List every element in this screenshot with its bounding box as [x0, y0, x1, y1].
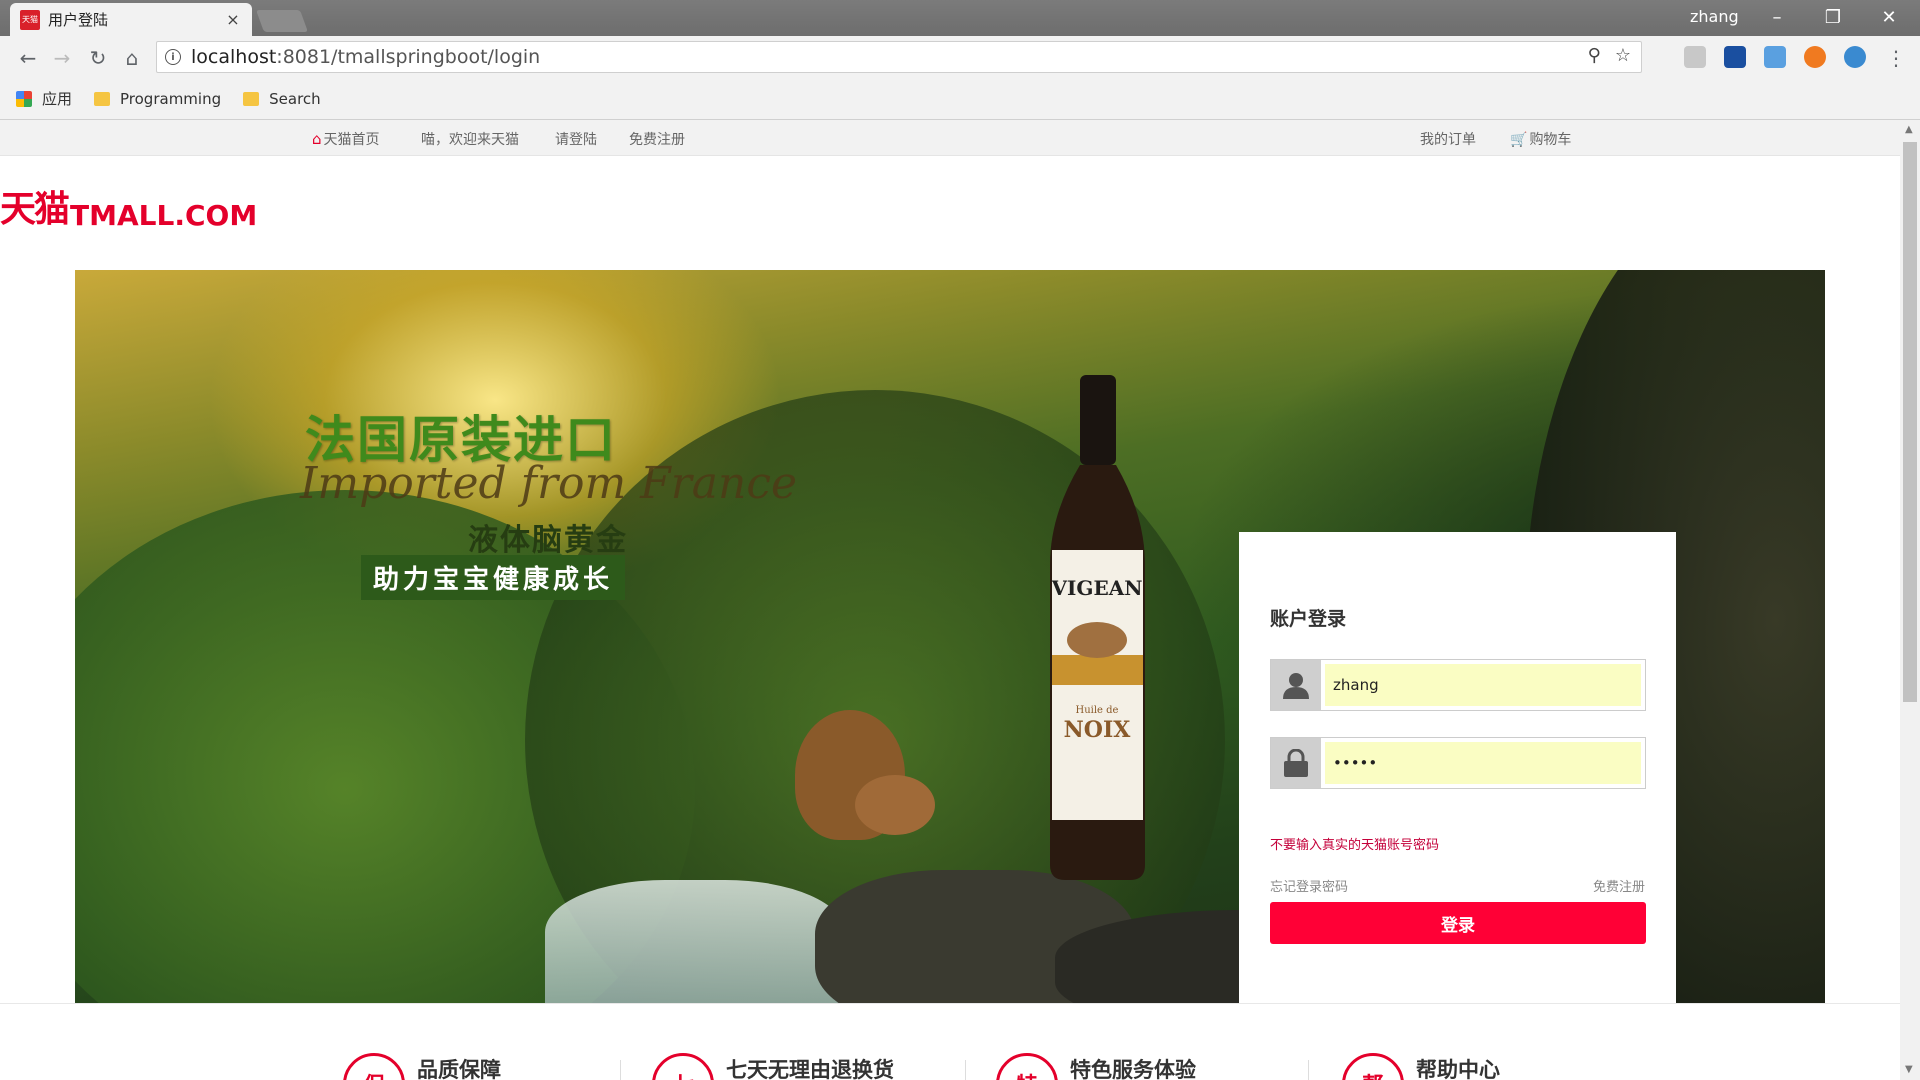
welcome-text: 喵，欢迎来天猫: [421, 132, 519, 148]
divider: [620, 1060, 621, 1080]
footer-divider: [0, 1003, 1900, 1004]
help-badge-icon: 帮: [1342, 1053, 1404, 1080]
a-extension-icon[interactable]: [1724, 46, 1746, 68]
tmall-favicon-icon: 天猫: [20, 9, 40, 30]
scrollbar-thumb[interactable]: [1903, 142, 1917, 702]
apps-icon: [16, 90, 32, 107]
nav-login-link[interactable]: 请登陆: [555, 129, 597, 149]
nav-register-link[interactable]: 免费注册: [629, 129, 685, 149]
minimize-icon[interactable]: –: [1754, 0, 1800, 34]
address-bar[interactable]: i localhost:8081/tmallspringboot/login ⚲…: [156, 41, 1642, 73]
browser-toolbar: ← → ↻ ⌂ i localhost:8081/tmallspringboot…: [0, 36, 1920, 78]
folder-icon: [243, 91, 260, 106]
bottle-product-text: Huile de: [1076, 705, 1119, 716]
globe-extension-icon[interactable]: [1844, 46, 1866, 68]
oil-bottle-image: VIGEAN Huile de NOIX: [1050, 375, 1145, 880]
returns-badge-icon: 七: [652, 1053, 714, 1080]
nav-orders-link[interactable]: 我的订单: [1420, 129, 1476, 149]
security-warning: 不要输入真实的天猫账号密码: [1270, 838, 1440, 853]
nav-cart-link[interactable]: 🛒 购物车: [1510, 129, 1571, 149]
password-input[interactable]: [1325, 742, 1641, 784]
login-panel: 账户登录 不要输入真实的天猫账号密码 忘记登录密码 免费注册 登录: [1239, 532, 1676, 1003]
menu-icon[interactable]: ⋮: [1882, 44, 1910, 72]
banner-script-text: Imported from France: [300, 458, 797, 509]
waterfall-shape: [545, 880, 845, 1003]
password-field: [1270, 737, 1646, 789]
username-input[interactable]: [1325, 664, 1641, 706]
banner-subheadline: 液体脑黄金: [468, 523, 628, 558]
site-info-icon[interactable]: i: [165, 49, 181, 65]
bottle-name-text: NOIX: [1064, 717, 1132, 743]
folder-icon: [94, 91, 111, 106]
close-window-icon[interactable]: ✕: [1866, 0, 1912, 34]
forward-icon[interactable]: →: [48, 44, 76, 72]
key-icon[interactable]: ⚲: [1588, 45, 1601, 66]
nav-home-link[interactable]: ⌂ 天猫首页: [312, 129, 380, 149]
reload-icon[interactable]: ↻: [84, 44, 112, 72]
browser-tab[interactable]: 天猫 用户登陆 ×: [10, 3, 252, 36]
user-icon: [1271, 660, 1321, 710]
site-top-nav: ⌂ 天猫首页 喵，欢迎来天猫 请登陆 免费注册 我的订单 🛒 购物车: [0, 120, 1900, 156]
home-icon[interactable]: ⌂: [118, 44, 146, 72]
experience-badge-icon: 特: [996, 1053, 1058, 1080]
scroll-up-icon[interactable]: ▲: [1905, 124, 1913, 135]
bookmark-programming[interactable]: Programming: [94, 90, 221, 108]
tmall-logo[interactable]: 天猫 TMALL.COM: [0, 188, 257, 232]
forgot-password-link[interactable]: 忘记登录密码: [1270, 876, 1348, 895]
service-quality[interactable]: 保 品质保障: [343, 1053, 501, 1080]
bookmarks-bar: 应用 Programming Search: [0, 78, 1920, 120]
bookmark-search[interactable]: Search: [243, 90, 321, 108]
divider: [1308, 1060, 1309, 1080]
cart-icon: 🛒: [1510, 132, 1528, 148]
new-tab-button[interactable]: [255, 10, 309, 32]
login-button[interactable]: 登录: [1270, 902, 1646, 944]
bottle-brand-text: VIGEAN: [1051, 576, 1143, 600]
page-scrollbar[interactable]: ▲ ▼: [1900, 120, 1920, 1080]
page-content: ⌂ 天猫首页 喵，欢迎来天猫 请登陆 免费注册 我的订单 🛒 购物车 天猫 TMAL…: [0, 120, 1900, 1080]
orange-extension-icon[interactable]: [1804, 46, 1826, 68]
service-experience[interactable]: 特 特色服务体验: [996, 1053, 1196, 1080]
promo-banner: 法国原装进口 Imported from France 液体脑黄金 助力宝宝健康…: [75, 270, 1825, 1003]
scroll-down-icon[interactable]: ▼: [1905, 1064, 1913, 1075]
service-returns[interactable]: 七 七天无理由退换货: [652, 1053, 894, 1080]
tab-title: 用户登陆: [48, 11, 109, 29]
bookmark-apps[interactable]: 应用: [16, 88, 72, 109]
walnut-image: [855, 775, 935, 835]
lock-icon: [1271, 738, 1321, 788]
back-icon[interactable]: ←: [14, 44, 42, 72]
house-icon: ⌂: [312, 130, 322, 148]
feather-extension-icon[interactable]: [1764, 46, 1786, 68]
bookmark-star-icon[interactable]: ☆: [1615, 45, 1631, 66]
divider: [965, 1060, 966, 1080]
tab-close-icon[interactable]: ×: [224, 10, 242, 29]
profile-name[interactable]: zhang: [1690, 7, 1739, 26]
service-help[interactable]: 帮 帮助中心: [1342, 1053, 1500, 1080]
login-title: 账户登录: [1270, 608, 1347, 630]
url-text: localhost:8081/tmallspringboot/login: [191, 46, 541, 68]
pdf-extension-icon[interactable]: [1684, 46, 1706, 68]
restore-icon[interactable]: ❐: [1810, 0, 1856, 34]
browser-titlebar: 天猫 用户登陆 × zhang – ❐ ✕: [0, 0, 1920, 36]
username-field: [1270, 659, 1646, 711]
register-link[interactable]: 免费注册: [1593, 876, 1645, 895]
quality-badge-icon: 保: [343, 1053, 405, 1080]
banner-tagline: 助力宝宝健康成长: [361, 555, 626, 600]
